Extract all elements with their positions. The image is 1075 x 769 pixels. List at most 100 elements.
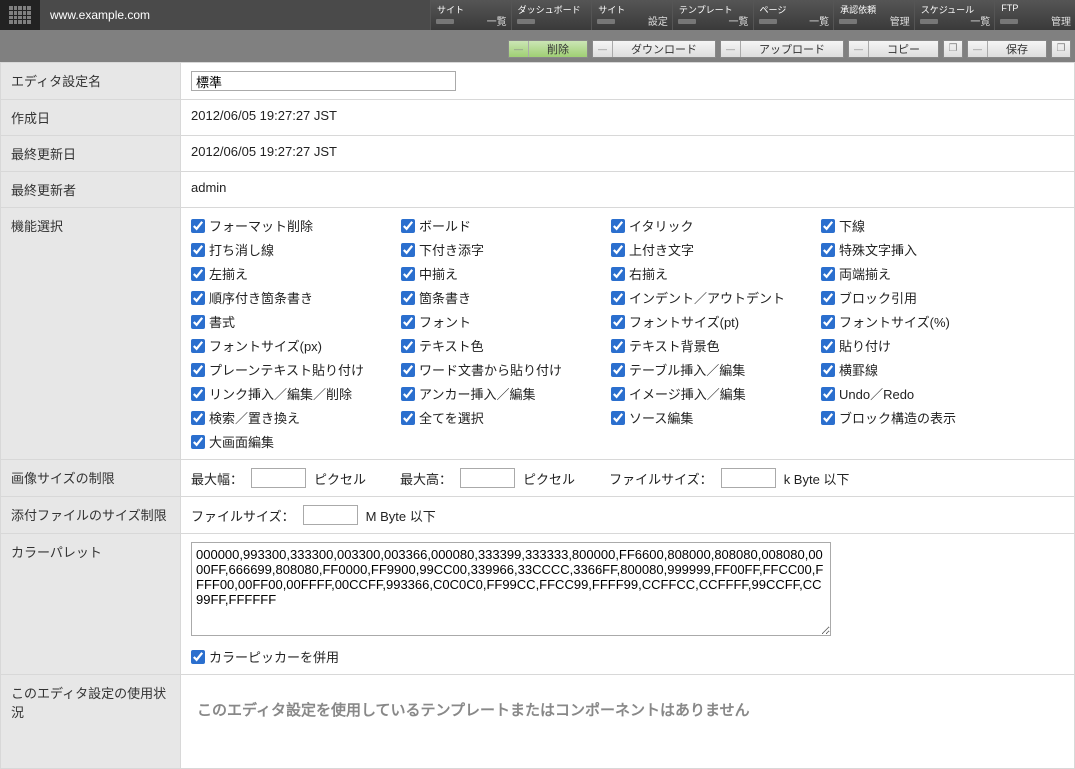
download-button[interactable]: ―ダウンロード bbox=[592, 40, 716, 58]
feature-checkbox[interactable] bbox=[821, 339, 835, 353]
feature-11[interactable]: 両端揃え bbox=[821, 264, 1031, 283]
max-width-input[interactable] bbox=[251, 468, 306, 488]
feature-34[interactable]: ソース編集 bbox=[611, 408, 821, 427]
copy-button[interactable]: ―コピー bbox=[848, 40, 939, 58]
feature-23[interactable]: 貼り付け bbox=[821, 336, 1031, 355]
nav-item-4[interactable]: ページ一覧 bbox=[753, 0, 834, 30]
feature-checkbox[interactable] bbox=[611, 411, 625, 425]
feature-checkbox[interactable] bbox=[401, 267, 415, 281]
feature-checkbox[interactable] bbox=[191, 219, 205, 233]
feature-checkbox[interactable] bbox=[191, 411, 205, 425]
feature-26[interactable]: テーブル挿入／編集 bbox=[611, 360, 821, 379]
feature-checkbox[interactable] bbox=[611, 267, 625, 281]
feature-24[interactable]: プレーンテキスト貼り付け bbox=[191, 360, 401, 379]
palette-textarea[interactable] bbox=[191, 542, 831, 636]
feature-checkbox[interactable] bbox=[191, 291, 205, 305]
feature-checkbox[interactable] bbox=[401, 411, 415, 425]
feature-5[interactable]: 下付き添字 bbox=[401, 240, 611, 259]
feature-checkbox[interactable] bbox=[191, 363, 205, 377]
feature-31[interactable]: Undo／Redo bbox=[821, 384, 1031, 403]
feature-checkbox[interactable] bbox=[611, 291, 625, 305]
feature-checkbox[interactable] bbox=[821, 243, 835, 257]
feature-12[interactable]: 順序付き箇条書き bbox=[191, 288, 401, 307]
feature-30[interactable]: イメージ挿入／編集 bbox=[611, 384, 821, 403]
feature-1[interactable]: ボールド bbox=[401, 216, 611, 235]
nav-item-6[interactable]: スケジュール一覧 bbox=[914, 0, 995, 30]
delete-button[interactable]: ―削除 bbox=[508, 40, 588, 58]
feature-9[interactable]: 中揃え bbox=[401, 264, 611, 283]
feature-checkbox[interactable] bbox=[821, 219, 835, 233]
feature-checkbox[interactable] bbox=[191, 243, 205, 257]
feature-checkbox[interactable] bbox=[401, 339, 415, 353]
upload-button[interactable]: ―アップロード bbox=[720, 40, 844, 58]
nav-item-0[interactable]: サイト一覧 bbox=[430, 0, 511, 30]
feature-0[interactable]: フォーマット削除 bbox=[191, 216, 401, 235]
feature-checkbox[interactable] bbox=[401, 291, 415, 305]
feature-19[interactable]: フォントサイズ(%) bbox=[821, 312, 1031, 331]
feature-checkbox[interactable] bbox=[401, 363, 415, 377]
feature-2[interactable]: イタリック bbox=[611, 216, 821, 235]
feature-4[interactable]: 打ち消し線 bbox=[191, 240, 401, 259]
feature-label: テキスト色 bbox=[419, 336, 484, 355]
feature-8[interactable]: 左揃え bbox=[191, 264, 401, 283]
nav-item-7[interactable]: FTP管理 bbox=[994, 0, 1075, 30]
feature-label: イメージ挿入／編集 bbox=[629, 384, 746, 403]
feature-checkbox[interactable] bbox=[191, 315, 205, 329]
feature-27[interactable]: 横罫線 bbox=[821, 360, 1031, 379]
feature-checkbox[interactable] bbox=[821, 387, 835, 401]
feature-checkbox[interactable] bbox=[191, 267, 205, 281]
attach-filesize-input[interactable] bbox=[303, 505, 358, 525]
feature-13[interactable]: 箇条書き bbox=[401, 288, 611, 307]
feature-checkbox[interactable] bbox=[191, 387, 205, 401]
feature-15[interactable]: ブロック引用 bbox=[821, 288, 1031, 307]
feature-checkbox[interactable] bbox=[821, 291, 835, 305]
feature-25[interactable]: ワード文書から貼り付け bbox=[401, 360, 611, 379]
feature-label: 上付き文字 bbox=[629, 240, 694, 259]
feature-33[interactable]: 全てを選択 bbox=[401, 408, 611, 427]
feature-14[interactable]: インデント／アウトデント bbox=[611, 288, 821, 307]
feature-35[interactable]: ブロック構造の表示 bbox=[821, 408, 1031, 427]
feature-checkbox[interactable] bbox=[401, 387, 415, 401]
feature-10[interactable]: 右揃え bbox=[611, 264, 821, 283]
feature-29[interactable]: アンカー挿入／編集 bbox=[401, 384, 611, 403]
feature-checkbox[interactable] bbox=[611, 363, 625, 377]
feature-32[interactable]: 検索／置き換え bbox=[191, 408, 401, 427]
copy-extra-icon[interactable]: ❐ bbox=[943, 40, 963, 58]
feature-checkbox[interactable] bbox=[191, 339, 205, 353]
feature-checkbox[interactable] bbox=[401, 315, 415, 329]
nav-item-1[interactable]: ダッシュボード bbox=[511, 0, 592, 30]
feature-checkbox[interactable] bbox=[821, 411, 835, 425]
feature-16[interactable]: 書式 bbox=[191, 312, 401, 331]
feature-checkbox[interactable] bbox=[401, 219, 415, 233]
feature-checkbox[interactable] bbox=[821, 315, 835, 329]
nav-item-2[interactable]: サイト設定 bbox=[591, 0, 672, 30]
feature-checkbox[interactable] bbox=[821, 267, 835, 281]
save-extra-icon[interactable]: ❐ bbox=[1051, 40, 1071, 58]
feature-6[interactable]: 上付き文字 bbox=[611, 240, 821, 259]
color-picker-checkbox[interactable] bbox=[191, 650, 205, 664]
feature-checkbox[interactable] bbox=[611, 219, 625, 233]
nav-item-3[interactable]: テンプレート一覧 bbox=[672, 0, 753, 30]
feature-28[interactable]: リンク挿入／編集／削除 bbox=[191, 384, 401, 403]
feature-3[interactable]: 下線 bbox=[821, 216, 1031, 235]
feature-22[interactable]: テキスト背景色 bbox=[611, 336, 821, 355]
image-filesize-input[interactable] bbox=[721, 468, 776, 488]
feature-7[interactable]: 特殊文字挿入 bbox=[821, 240, 1031, 259]
editor-name-input[interactable] bbox=[191, 71, 456, 91]
feature-checkbox[interactable] bbox=[611, 243, 625, 257]
feature-checkbox[interactable] bbox=[191, 435, 205, 449]
max-height-input[interactable] bbox=[460, 468, 515, 488]
usage-message: このエディタ設定を使用しているテンプレートまたはコンポーネントはありません bbox=[191, 683, 1064, 760]
feature-checkbox[interactable] bbox=[401, 243, 415, 257]
feature-21[interactable]: テキスト色 bbox=[401, 336, 611, 355]
feature-20[interactable]: フォントサイズ(px) bbox=[191, 336, 401, 355]
nav-item-5[interactable]: 承認依頼管理 bbox=[833, 0, 914, 30]
feature-18[interactable]: フォントサイズ(pt) bbox=[611, 312, 821, 331]
feature-36[interactable]: 大画面編集 bbox=[191, 432, 401, 451]
save-button[interactable]: ―保存 bbox=[967, 40, 1047, 58]
feature-checkbox[interactable] bbox=[611, 339, 625, 353]
feature-checkbox[interactable] bbox=[821, 363, 835, 377]
feature-checkbox[interactable] bbox=[611, 315, 625, 329]
feature-checkbox[interactable] bbox=[611, 387, 625, 401]
feature-17[interactable]: フォント bbox=[401, 312, 611, 331]
